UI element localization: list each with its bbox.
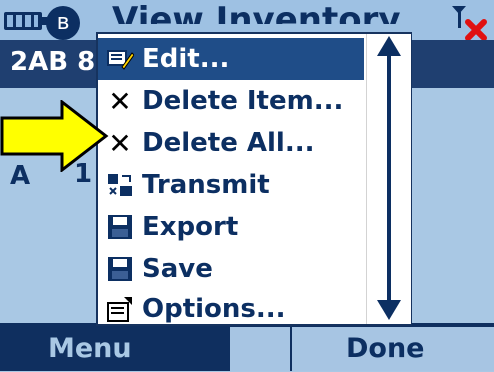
menu-item-options[interactable]: Options... (98, 288, 364, 330)
menu-item-edit[interactable]: Edit... (98, 38, 364, 80)
pointer-arrow-icon (0, 100, 109, 172)
context-menu: Edit... ✕ Delete Item... ✕ Delete All...… (96, 32, 412, 326)
softkey-divider-area (230, 327, 290, 371)
menu-item-label: Transmit (142, 170, 270, 200)
menu-item-export[interactable]: Export (98, 206, 364, 248)
menu-scrollbar[interactable] (366, 34, 411, 324)
menu-item-label: Options... (142, 294, 286, 324)
battery-icon (4, 12, 47, 30)
options-icon (104, 293, 136, 325)
bluetooth-icon: ʙ (46, 6, 80, 40)
menu-item-delete-item[interactable]: ✕ Delete Item... (98, 80, 364, 122)
menu-item-save[interactable]: Save (98, 248, 364, 290)
menu-item-label: Delete Item... (142, 86, 344, 116)
selected-row-text: 2AB 8 (10, 47, 96, 77)
menu-item-label: Delete All... (142, 128, 315, 158)
menu-item-delete-all[interactable]: ✕ Delete All... (98, 122, 364, 164)
menu-item-label: Save (142, 254, 213, 284)
scroll-track[interactable] (387, 56, 391, 300)
floppy-icon (104, 211, 136, 243)
transmit-icon (104, 169, 136, 201)
no-signal-icon (452, 6, 487, 41)
menu-item-transmit[interactable]: Transmit (98, 164, 364, 206)
floppy-icon (104, 253, 136, 285)
menu-item-label: Export (142, 212, 239, 242)
menu-softkey[interactable]: Menu (48, 326, 132, 372)
done-softkey[interactable]: Done (346, 326, 425, 372)
edit-icon (104, 43, 136, 75)
scroll-down-arrow-icon[interactable] (377, 296, 401, 320)
menu-item-label: Edit... (142, 44, 230, 74)
